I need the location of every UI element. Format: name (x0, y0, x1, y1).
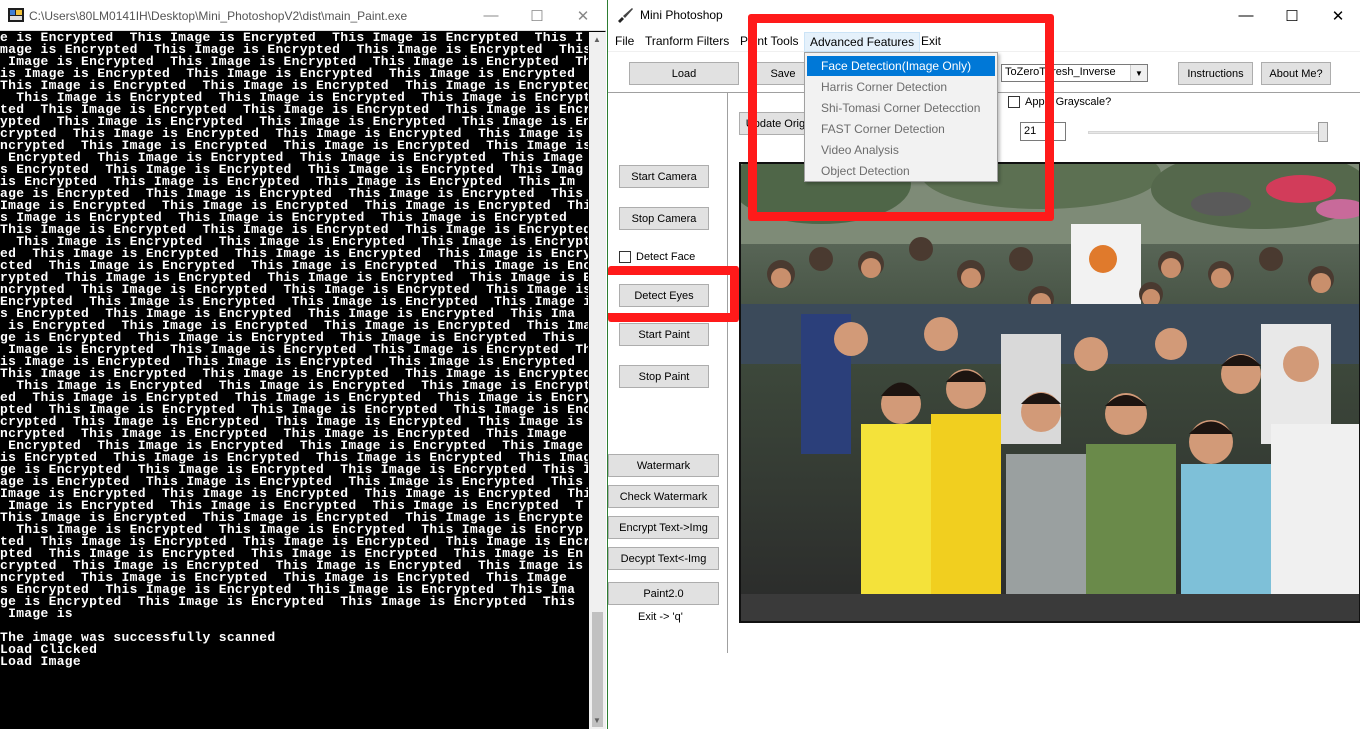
console-line: Load Clicked (0, 642, 98, 657)
detect-face-label: Detect Face (636, 251, 696, 263)
dropdown-item[interactable]: Object Detection (807, 161, 995, 181)
group-photo-image (741, 164, 1359, 621)
menu-paint-tools[interactable]: Paint Tools (738, 34, 800, 48)
menu-bar: File Tranform Filters Paint Tools Advanc… (608, 31, 1360, 52)
check-watermark-button[interactable]: Check Watermark (608, 485, 719, 508)
console-title: C:\Users\80LM0141IH\Desktop\Mini_Photosh… (29, 9, 408, 23)
dropdown-item[interactable]: Video Analysis (807, 140, 995, 160)
menu-advanced-features[interactable]: Advanced Features (804, 32, 921, 52)
threshold-slider[interactable] (1088, 122, 1338, 142)
menu-file[interactable]: File (613, 34, 636, 48)
exit-hint: Exit -> 'q' (638, 611, 683, 623)
ps-maximize-button[interactable]: ☐ (1269, 0, 1315, 31)
console-minimize-button[interactable]: — (468, 0, 514, 31)
threshold-select[interactable]: ToZeroThresh_Inverse ▼ (1001, 64, 1148, 82)
console-line: ge is Encrypted This Image is Encrypted … (0, 594, 576, 609)
grayscale-checkbox[interactable]: Apply Grayscale? (1008, 96, 1111, 108)
slider-handle[interactable] (1318, 122, 1328, 142)
dropdown-item[interactable]: FAST Corner Detection (807, 119, 995, 139)
load-button[interactable]: Load (629, 62, 739, 85)
dropdown-item[interactable]: Shi-Tomasi Corner Detecction (807, 98, 995, 118)
paint2-button[interactable]: Paint2.0 (608, 582, 719, 605)
stop-paint-button[interactable]: Stop Paint (619, 365, 709, 388)
console-scrollbar[interactable]: ▲ ▼ (589, 32, 606, 729)
scroll-up-icon[interactable]: ▲ (593, 35, 601, 44)
console-text: e is Encrypted This Image is Encrypted T… (0, 32, 588, 668)
menu-transform-filters[interactable]: Tranform Filters (643, 34, 731, 48)
dropdown-item[interactable]: Harris Corner Detection (807, 77, 995, 97)
console-line: Load Image (0, 654, 82, 669)
console-output: e is Encrypted This Image is Encrypted T… (0, 32, 588, 729)
console-app-icon (8, 8, 24, 22)
ps-close-button[interactable]: ✕ (1315, 0, 1360, 31)
image-canvas[interactable] (739, 162, 1360, 623)
stop-camera-button[interactable]: Stop Camera (619, 207, 709, 230)
slider-track (1088, 131, 1328, 134)
advanced-features-dropdown: Face Detection(Image Only) Harris Corner … (804, 52, 998, 182)
detect-face-checkbox-box[interactable] (619, 251, 631, 263)
detect-eyes-button[interactable]: Detect Eyes (619, 284, 709, 307)
about-me-button[interactable]: About Me? (1261, 62, 1331, 85)
decrypt-text-button[interactable]: Decypt Text<-Img (608, 547, 719, 570)
dropdown-item[interactable]: Face Detection(Image Only) (807, 56, 995, 76)
grayscale-checkbox-box[interactable] (1008, 96, 1020, 108)
console-maximize-button[interactable]: ☐ (514, 0, 560, 31)
menu-exit[interactable]: Exit (919, 34, 943, 48)
scrollbar-thumb[interactable] (592, 612, 603, 727)
paintbrush-icon (618, 8, 633, 23)
chevron-down-icon[interactable]: ▼ (1130, 65, 1147, 81)
console-line: Image is (0, 606, 73, 621)
mini-photoshop-window: Mini Photoshop — ☐ ✕ File Tranform Filte… (607, 0, 1360, 729)
start-camera-button[interactable]: Start Camera (619, 165, 709, 188)
start-paint-button[interactable]: Start Paint (619, 323, 709, 346)
watermark-button[interactable]: Watermark (608, 454, 719, 477)
encrypt-text-button[interactable]: Encrypt Text->Img (608, 516, 719, 539)
instructions-button[interactable]: Instructions (1178, 62, 1253, 85)
threshold-select-value: ToZeroThresh_Inverse (1005, 66, 1116, 78)
console-titlebar: C:\Users\80LM0141IH\Desktop\Mini_Photosh… (0, 0, 606, 31)
console-window: C:\Users\80LM0141IH\Desktop\Mini_Photosh… (0, 0, 606, 729)
ps-minimize-button[interactable]: — (1223, 0, 1269, 31)
kernel-size-input[interactable]: 21 (1020, 122, 1066, 141)
grayscale-label: Apply Grayscale? (1025, 96, 1112, 108)
scroll-down-icon[interactable]: ▼ (593, 716, 601, 725)
ps-title: Mini Photoshop (640, 8, 723, 22)
console-close-button[interactable]: ✕ (560, 0, 606, 31)
ps-titlebar: Mini Photoshop — ☐ ✕ (608, 0, 1360, 31)
sidebar-divider (727, 93, 728, 653)
detect-face-checkbox[interactable]: Detect Face (619, 251, 695, 263)
